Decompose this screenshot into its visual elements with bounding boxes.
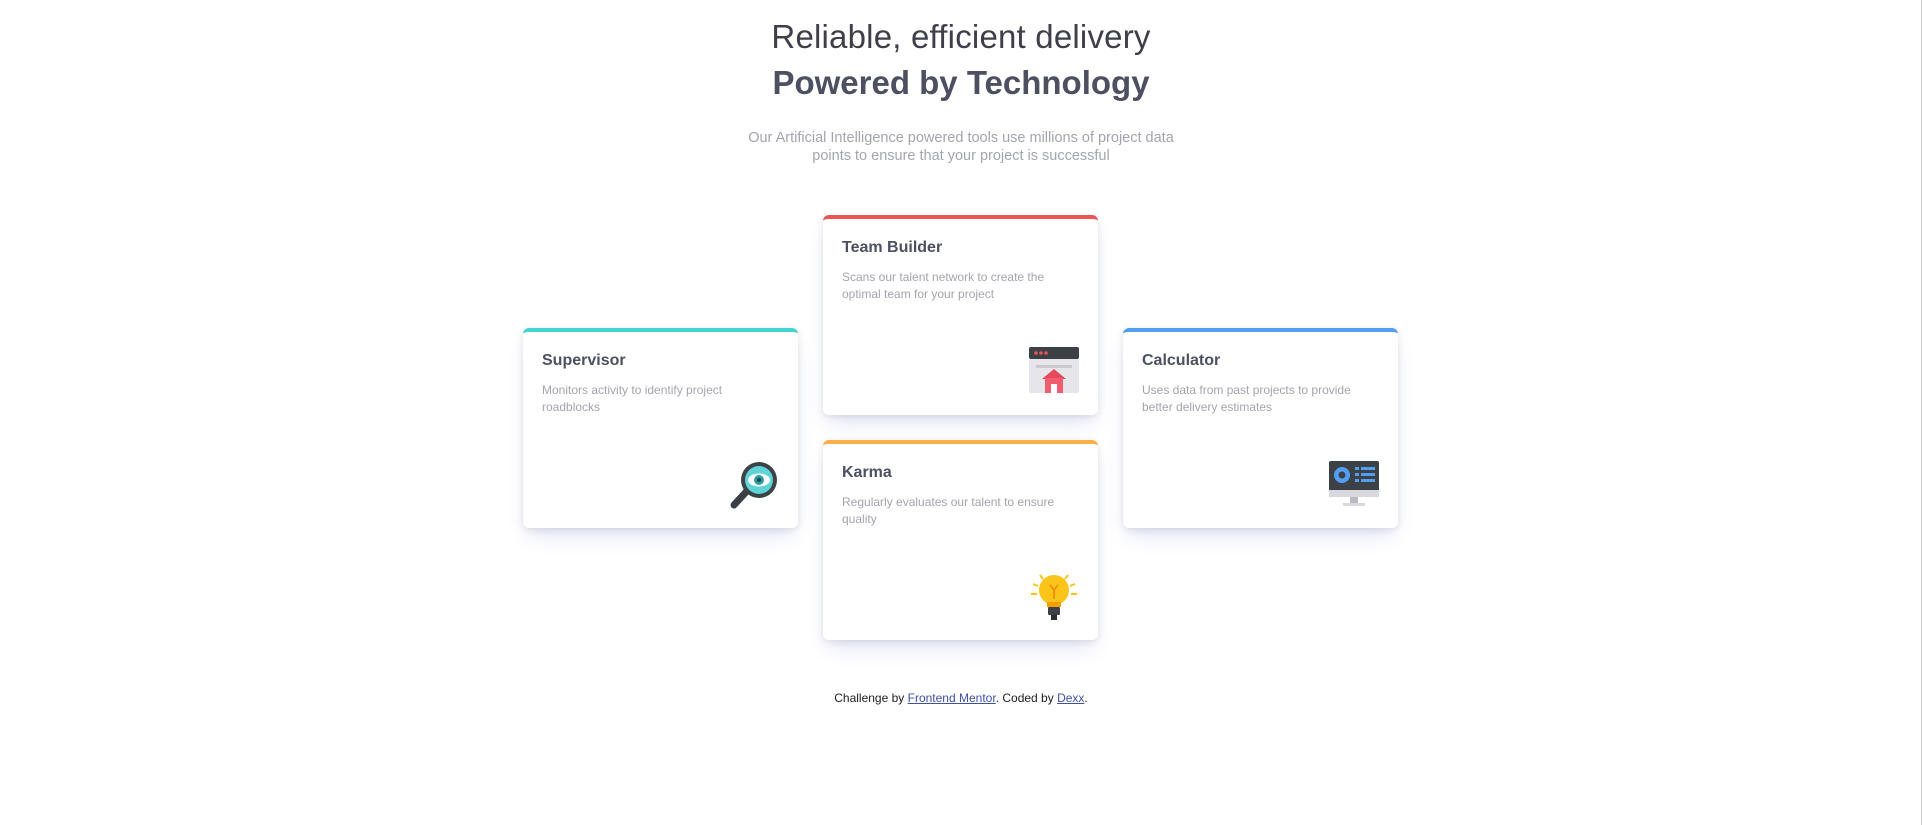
card-description: Uses data from past projects to provide … (1142, 383, 1351, 414)
card-team-builder: Team Builder Scans our talent network to… (823, 215, 1098, 415)
intro-text: Our Artificial Intelligence powered tool… (748, 130, 1174, 164)
attribution-suffix: . (1084, 691, 1088, 705)
headline-light: Reliable, efficient delivery (771, 18, 1151, 55)
card-supervisor: Supervisor Monitors activity to identify… (523, 328, 798, 528)
author-link[interactable]: Dexx (1057, 691, 1084, 705)
headline-bold: Powered by Technology (772, 64, 1150, 101)
team-builder-icon (1028, 345, 1080, 397)
magnifying-glass-eye-icon (728, 458, 780, 510)
card-description: Regularly evaluates our talent to ensure… (842, 495, 1055, 526)
monitor-calculator-icon (1328, 458, 1380, 510)
card-description: Scans our talent network to create the o… (842, 270, 1045, 301)
card-title: Supervisor (542, 352, 626, 369)
frontend-mentor-link[interactable]: Frontend Mentor (908, 691, 996, 705)
card-title: Karma (842, 464, 892, 481)
card-description: Monitors activity to identify project ro… (542, 383, 723, 414)
card-calculator: Calculator Uses data from past projects … (1123, 328, 1398, 528)
card-karma: Karma Regularly evaluates our talent to … (823, 440, 1098, 640)
card-title: Calculator (1142, 352, 1221, 369)
attribution-middle: . Coded by (995, 691, 1058, 705)
card-title: Team Builder (842, 239, 943, 256)
attribution-prefix: Challenge by (834, 691, 908, 705)
attribution: Challenge by Frontend Mentor. Coded by D… (0, 691, 1922, 705)
lightbulb-icon (1028, 570, 1080, 622)
